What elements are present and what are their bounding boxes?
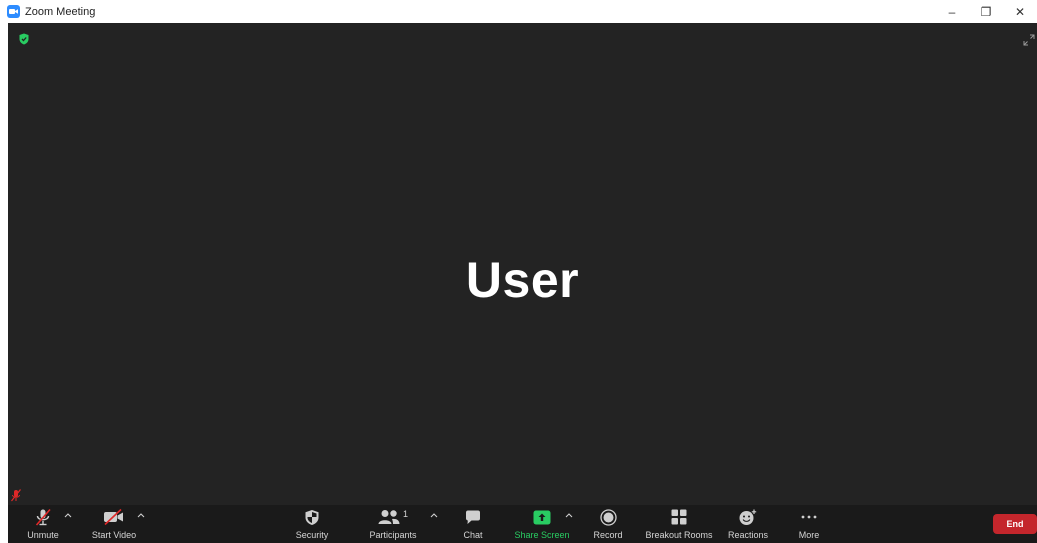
participant-name: User xyxy=(465,252,580,308)
more-button[interactable]: More xyxy=(792,505,826,543)
share-options-caret-icon[interactable] xyxy=(564,510,574,520)
shield-icon xyxy=(304,508,320,526)
title-bar: Zoom Meeting – ❐ ✕ xyxy=(0,0,1037,23)
zoom-app-icon xyxy=(7,5,20,18)
camera-off-icon xyxy=(103,508,125,526)
emoji-add-icon xyxy=(739,508,757,526)
share-screen-icon xyxy=(533,508,551,526)
video-stage: User xyxy=(8,23,1037,505)
video-options-caret-icon[interactable] xyxy=(136,510,146,520)
share-screen-label: Share Screen xyxy=(514,530,570,540)
start-video-button[interactable]: Start Video xyxy=(88,505,140,543)
participants-icon-wrapper: 1 xyxy=(378,508,408,526)
window-title: Zoom Meeting xyxy=(25,5,96,18)
microphone-muted-icon xyxy=(34,508,52,526)
restore-button[interactable]: ❐ xyxy=(969,0,1003,23)
unmute-button[interactable]: Unmute xyxy=(22,505,64,543)
unmute-label: Unmute xyxy=(27,530,59,540)
security-label: Security xyxy=(295,530,329,540)
record-label: Record xyxy=(593,530,623,540)
muted-mic-icon xyxy=(11,489,21,502)
record-icon xyxy=(599,508,617,526)
encryption-shield-icon[interactable] xyxy=(19,32,29,45)
breakout-rooms-label: Breakout Rooms xyxy=(645,530,713,540)
record-button[interactable]: Record xyxy=(590,505,626,543)
audio-options-caret-icon[interactable] xyxy=(63,510,73,520)
participants-label: Participants xyxy=(369,530,417,540)
breakout-rooms-button[interactable]: Breakout Rooms xyxy=(642,505,716,543)
fullscreen-icon[interactable] xyxy=(1023,33,1035,46)
meeting-toolbar: Unmute Start Video Security 1 Participan… xyxy=(8,505,1037,543)
window-controls: – ❐ ✕ xyxy=(935,0,1037,23)
participants-button[interactable]: 1 Participants xyxy=(366,505,420,543)
chat-button[interactable]: Chat xyxy=(458,505,488,543)
reactions-button[interactable]: Reactions xyxy=(724,505,772,543)
minimize-button[interactable]: – xyxy=(935,0,969,23)
participants-options-caret-icon[interactable] xyxy=(429,510,439,520)
chat-label: Chat xyxy=(463,530,483,540)
start-video-label: Start Video xyxy=(91,530,137,540)
breakout-rooms-grid-icon xyxy=(671,508,687,526)
end-meeting-button[interactable]: End xyxy=(993,514,1037,534)
participants-count: 1 xyxy=(402,509,408,519)
close-button[interactable]: ✕ xyxy=(1003,0,1037,23)
more-label: More xyxy=(798,530,820,540)
security-button[interactable]: Security xyxy=(292,505,332,543)
ellipsis-icon xyxy=(800,508,818,526)
chat-bubble-icon xyxy=(465,508,481,526)
reactions-label: Reactions xyxy=(727,530,769,540)
people-icon xyxy=(378,510,400,524)
